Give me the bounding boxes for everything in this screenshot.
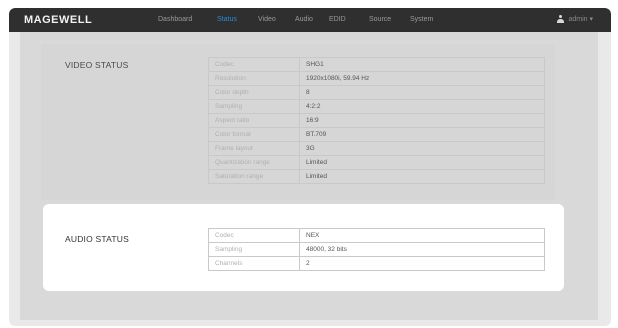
row-key: Codec bbox=[208, 228, 300, 243]
video-status-title: VIDEO STATUS bbox=[65, 60, 129, 70]
table-row: Resolution 1920x1080i, 59.94 Hz bbox=[208, 71, 545, 86]
row-key: Saturation range bbox=[208, 169, 300, 184]
row-key: Resolution bbox=[208, 71, 300, 86]
row-value: 1920x1080i, 59.94 Hz bbox=[299, 71, 545, 86]
nav-video[interactable]: Video bbox=[258, 16, 276, 23]
user-menu[interactable]: admin ▾ bbox=[557, 15, 593, 23]
row-value: NEX bbox=[299, 228, 545, 243]
row-key: Sampling bbox=[208, 99, 300, 114]
table-row: Saturation range Limited bbox=[208, 169, 545, 184]
row-value: 2 bbox=[299, 256, 545, 271]
nav-dashboard[interactable]: Dashboard bbox=[158, 16, 192, 23]
row-value: Limited bbox=[299, 155, 545, 170]
table-row: Color format BT.709 bbox=[208, 127, 545, 142]
row-value: BT.709 bbox=[299, 127, 545, 142]
row-key: Quantization range bbox=[208, 155, 300, 170]
row-value: SHG1 bbox=[299, 57, 545, 72]
user-icon bbox=[557, 15, 565, 23]
row-value: 8 bbox=[299, 85, 545, 100]
audio-status-title: AUDIO STATUS bbox=[65, 234, 129, 244]
nav-status[interactable]: Status bbox=[217, 16, 237, 23]
row-value: 4:2:2 bbox=[299, 99, 545, 114]
table-row: Sampling 48000, 32 bits bbox=[208, 242, 545, 257]
table-row: Frame layout 3G bbox=[208, 141, 545, 156]
table-row: Codec SHG1 bbox=[208, 57, 545, 72]
nav-audio[interactable]: Audio bbox=[295, 16, 313, 23]
row-key: Aspect ratio bbox=[208, 113, 300, 128]
table-row: Aspect ratio 16:9 bbox=[208, 113, 545, 128]
table-row: Color depth 8 bbox=[208, 85, 545, 100]
table-row: Quantization range Limited bbox=[208, 155, 545, 170]
row-value: Limited bbox=[299, 169, 545, 184]
nav-source[interactable]: Source bbox=[369, 16, 391, 23]
row-key: Sampling bbox=[208, 242, 300, 257]
brand-logo: MAGEWELL bbox=[24, 14, 93, 26]
row-key: Color format bbox=[208, 127, 300, 142]
table-row: Codec NEX bbox=[208, 228, 545, 243]
table-row: Sampling 4:2:2 bbox=[208, 99, 545, 114]
row-key: Color depth bbox=[208, 85, 300, 100]
video-status-table: Codec SHG1 Resolution 1920x1080i, 59.94 Hz… bbox=[208, 57, 545, 184]
user-name: admin ▾ bbox=[568, 16, 593, 23]
row-key: Codec bbox=[208, 57, 300, 72]
audio-status-table: Codec NEX Sampling 48000, 32 bits Channels… bbox=[208, 228, 545, 271]
top-navigation-bar: MAGEWELL Dashboard Status Video Audio ED… bbox=[9, 8, 611, 32]
row-value: 16:9 bbox=[299, 113, 545, 128]
nav-edid[interactable]: EDID bbox=[329, 16, 346, 23]
table-row: Channels 2 bbox=[208, 256, 545, 271]
row-key: Channels bbox=[208, 256, 300, 271]
row-key: Frame layout bbox=[208, 141, 300, 156]
nav-system[interactable]: System bbox=[410, 16, 433, 23]
row-value: 48000, 32 bits bbox=[299, 242, 545, 257]
row-value: 3G bbox=[299, 141, 545, 156]
